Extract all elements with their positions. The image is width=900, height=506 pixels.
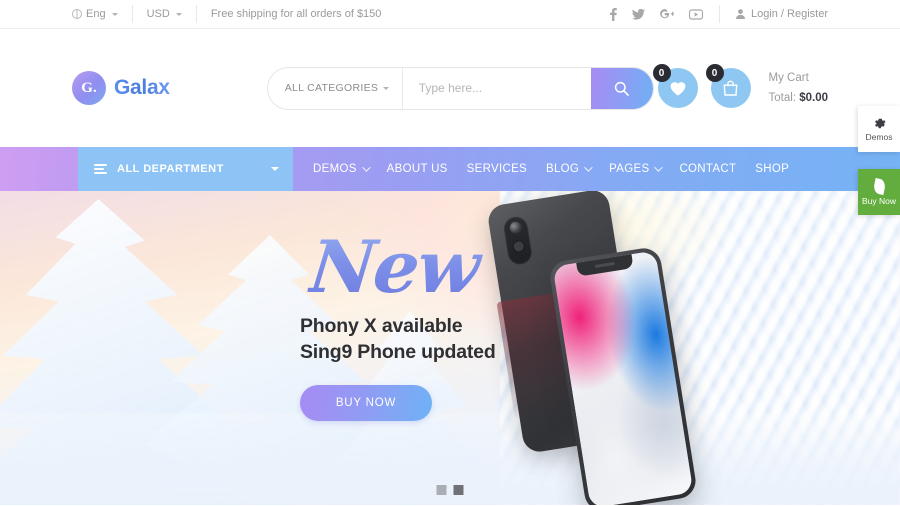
demos-side-tab-label: Demos [865, 131, 893, 142]
search-icon [615, 81, 630, 96]
login-register-label: Login / Register [750, 8, 828, 20]
topbar-right: Login / Register [609, 5, 828, 23]
all-department-button[interactable]: ALL DEPARTMENT [78, 147, 293, 191]
hero-buy-now-button[interactable]: BUY NOW [300, 385, 432, 422]
slider-dot-1[interactable] [436, 485, 447, 495]
search-input[interactable] [402, 67, 591, 109]
chevron-down-icon [271, 167, 279, 171]
nav-item-contact[interactable]: CONTACT [679, 163, 736, 175]
nav-label: SERVICES [466, 163, 528, 175]
topbar-left: Eng USD Free shipping for all orders of … [72, 5, 395, 23]
chevron-down-icon [584, 163, 593, 172]
nav-label: DEMOS [313, 163, 357, 175]
promo-message: Free shipping for all orders of $150 [197, 5, 396, 23]
header-actions: 0 0 My Cart Total: $0.00 [652, 64, 828, 108]
nav-label: PAGES [609, 163, 650, 175]
currency-label: USD [146, 8, 170, 20]
nav-label: CONTACT [679, 163, 737, 175]
chevron-down-icon [111, 12, 118, 16]
search-bar: ALL CATEGORIES [266, 66, 654, 110]
cart-total-label: Total: [768, 92, 797, 104]
nav-item-shop[interactable]: SHOP [755, 163, 789, 175]
category-label: ALL CATEGORIES [284, 82, 379, 94]
leaf-icon [872, 177, 886, 195]
cart-summary[interactable]: My Cart Total: $0.00 [769, 68, 828, 108]
category-dropdown[interactable]: ALL CATEGORIES [268, 67, 403, 109]
site-header: G. Galax ALL CATEGORIES 0 [0, 29, 900, 147]
nav-item-demos[interactable]: DEMOS [313, 163, 371, 175]
logo-mark: G. [72, 71, 106, 105]
currency-selector[interactable]: USD [133, 5, 197, 23]
hero-script-word: New [306, 224, 534, 309]
cart-count-badge: 0 [705, 64, 724, 82]
twitter-icon[interactable] [631, 8, 645, 20]
phone-screen [552, 250, 694, 505]
chevron-down-icon [654, 163, 664, 172]
hero-headline-line1: Phony X available [300, 314, 463, 337]
main-navigation: ALL DEPARTMENT DEMOS ABOUT US SERVICES B… [0, 147, 900, 191]
hero-headline-line2: Sing9 Phone updated [300, 340, 496, 363]
youtube-icon[interactable] [688, 8, 703, 20]
nav-item-pages[interactable]: PAGES [609, 163, 664, 175]
phone-front-view [547, 245, 699, 505]
search-button[interactable] [590, 67, 653, 109]
nav-item-about-us[interactable]: ABOUT US [387, 163, 448, 175]
chevron-down-icon [175, 12, 182, 16]
demos-side-tab[interactable]: Demos [858, 106, 900, 152]
facebook-icon[interactable] [609, 7, 617, 21]
cart-button[interactable]: 0 [705, 64, 751, 108]
nav-menu: DEMOS ABOUT US SERVICES BLOG PAGES CONTA… [293, 147, 789, 191]
floating-side-tabs: Demos Buy Now [858, 106, 900, 215]
google-plus-icon[interactable] [660, 8, 674, 20]
nav-label: SHOP [755, 163, 790, 175]
phone-notch [576, 254, 634, 277]
topbar: Eng USD Free shipping for all orders of … [0, 0, 900, 29]
chevron-down-icon [361, 163, 371, 172]
nav-item-services[interactable]: SERVICES [467, 163, 527, 175]
login-register-link[interactable]: Login / Register [720, 8, 828, 20]
hero-slider: New Phony X available Sing9 Phone update… [0, 191, 900, 505]
slider-dot-2[interactable] [453, 485, 464, 495]
language-selector[interactable]: Eng [72, 5, 133, 23]
hamburger-icon [94, 164, 107, 174]
globe-icon [72, 9, 82, 19]
buy-now-side-tab[interactable]: Buy Now [858, 169, 900, 215]
cart-total-value: $0.00 [799, 92, 828, 104]
user-icon [735, 9, 745, 19]
nav-item-blog[interactable]: BLOG [546, 163, 593, 175]
buy-now-side-tab-label: Buy Now [861, 195, 896, 206]
logo-text: Galax [114, 76, 170, 99]
language-label: Eng [86, 8, 106, 20]
hero-content: New Phony X available Sing9 Phone update… [300, 224, 530, 422]
nav-label: ABOUT US [386, 163, 448, 175]
cart-total-row: Total: $0.00 [769, 88, 828, 108]
all-department-label: ALL DEPARTMENT [117, 163, 224, 175]
promo-text: Free shipping for all orders of $150 [210, 8, 382, 20]
social-links [609, 5, 720, 23]
chevron-down-icon [382, 86, 389, 90]
slider-pagination [436, 485, 464, 495]
wishlist-button[interactable]: 0 [652, 64, 698, 108]
gear-icon [874, 118, 885, 128]
bag-icon [723, 80, 738, 96]
site-logo[interactable]: G. Galax [72, 71, 170, 105]
nav-label: BLOG [546, 163, 580, 175]
cart-title: My Cart [768, 71, 809, 84]
wishlist-count-badge: 0 [652, 64, 671, 82]
heart-icon [670, 81, 685, 95]
